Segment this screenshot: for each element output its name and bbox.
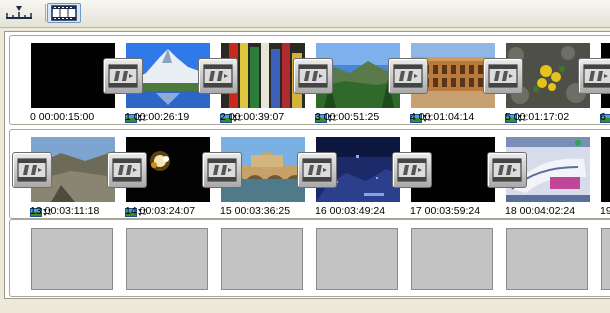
clip-timecode: 00:00:26:19 [133, 111, 190, 123]
clip-index: 3 [315, 111, 321, 123]
clip-index: 14 [125, 205, 137, 217]
transition-button[interactable] [297, 152, 337, 188]
clip-index: 19 [600, 205, 610, 217]
clip-index: 0 [30, 111, 36, 123]
storyboard-view-button[interactable] [47, 3, 81, 23]
storyboard-row-1: 0 00:00:15:00 1 00:00:26:19 2 00:00:39:07 3… [9, 35, 610, 125]
clip-caption: 13 00:03:11:18 [30, 205, 99, 218]
clip-caption: 4 00:01:04:14 [410, 111, 474, 124]
transition-button[interactable] [578, 58, 610, 94]
transition-button[interactable] [392, 152, 432, 188]
empty-clip-slot[interactable] [601, 228, 610, 290]
filmstrip-icon [51, 5, 77, 21]
clip-timecode: 00:00:51:25 [323, 111, 380, 123]
storyboard-panel: 0 00:00:15:00 1 00:00:26:19 2 00:00:39:07 3… [4, 31, 610, 299]
storyboard-row-2: 13 00:03:11:18 14 00:03:24:07 15 00:03:36:… [9, 129, 610, 219]
clip-timecode: 00:01:17:02 [513, 111, 570, 123]
clip-timecode: 00:03:24:07 [139, 205, 196, 217]
empty-clip-slot[interactable] [126, 228, 208, 290]
clip-index: 1 [125, 111, 131, 123]
empty-clip-slot[interactable] [411, 228, 493, 290]
clip-index: 16 [315, 205, 327, 217]
clip-index: 5 [505, 111, 511, 123]
transition-button[interactable] [103, 58, 143, 94]
clip-caption: 6 [600, 111, 606, 124]
clip-timecode: 00:03:11:18 [44, 205, 100, 217]
clip-caption: 0 00:00:15:00 [30, 111, 94, 124]
clip-timecode: 00:03:59:24 [424, 205, 481, 217]
clip-index: 13 [30, 205, 42, 217]
clip-caption: 5 00:01:17:02 [505, 111, 569, 124]
clip-index: 6 [600, 111, 606, 123]
clip-index: 4 [410, 111, 416, 123]
transition-button[interactable] [483, 58, 523, 94]
clip-index: 15 [220, 205, 232, 217]
transition-button[interactable] [388, 58, 428, 94]
clip-timecode: 00:04:02:24 [519, 205, 576, 217]
storyboard-row-3-empty [9, 219, 610, 297]
clip-caption: 14 00:03:24:07 [125, 205, 195, 218]
clip-caption: 15 00:03:36:25 [220, 205, 290, 218]
storyboard-toolbar [0, 0, 610, 28]
clip-index: 2 [220, 111, 226, 123]
transition-button[interactable] [198, 58, 238, 94]
transition-button[interactable] [487, 152, 527, 188]
timeline-ruler-icon [6, 6, 32, 19]
clip-caption: 2 00:00:39:07 [220, 111, 284, 124]
empty-clip-slot[interactable] [31, 228, 113, 290]
clip-caption: 3 00:00:51:25 [315, 111, 379, 124]
clip-timecode: 00:01:04:14 [418, 111, 475, 123]
horizontal-scrollbar[interactable] [0, 300, 610, 313]
clip-caption: 16 00:03:49:24 [315, 205, 385, 218]
transition-button[interactable] [293, 58, 333, 94]
clip-index: 18 [505, 205, 517, 217]
clip-timecode: 00:03:49:24 [329, 205, 386, 217]
transition-button[interactable] [107, 152, 147, 188]
timeline-view-button[interactable] [4, 3, 44, 23]
empty-clip-slot[interactable] [316, 228, 398, 290]
transition-button[interactable] [202, 152, 242, 188]
clip-thumbnail-19[interactable] [601, 137, 610, 202]
clip-caption: 19 [600, 205, 610, 218]
toolbar-separator [45, 4, 46, 22]
empty-clip-slot[interactable] [506, 228, 588, 290]
clip-caption: 1 00:00:26:19 [125, 111, 189, 124]
clip-timecode: 00:00:39:07 [228, 111, 285, 123]
clip-timecode: 00:03:36:25 [234, 205, 291, 217]
clip-caption: 18 00:04:02:24 [505, 205, 575, 218]
empty-clip-slot[interactable] [221, 228, 303, 290]
clip-caption: 17 00:03:59:24 [410, 205, 480, 218]
transition-button[interactable] [12, 152, 52, 188]
clip-index: 17 [410, 205, 422, 217]
clip-timecode: 00:00:15:00 [38, 111, 95, 123]
